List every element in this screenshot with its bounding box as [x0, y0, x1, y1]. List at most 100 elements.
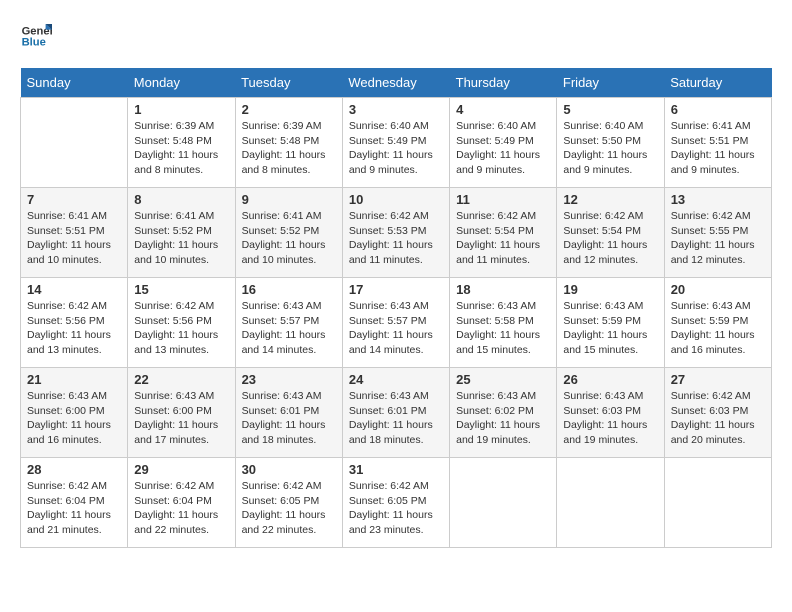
col-header-thursday: Thursday	[450, 68, 557, 98]
day-number: 13	[671, 192, 765, 207]
day-number: 17	[349, 282, 443, 297]
col-header-wednesday: Wednesday	[342, 68, 449, 98]
day-info: Sunrise: 6:41 AMSunset: 5:52 PMDaylight:…	[134, 209, 228, 268]
day-info: Sunrise: 6:43 AMSunset: 5:59 PMDaylight:…	[671, 299, 765, 358]
calendar-header-row: SundayMondayTuesdayWednesdayThursdayFrid…	[21, 68, 772, 98]
day-info: Sunrise: 6:42 AMSunset: 5:56 PMDaylight:…	[134, 299, 228, 358]
day-info: Sunrise: 6:39 AMSunset: 5:48 PMDaylight:…	[134, 119, 228, 178]
day-number: 16	[242, 282, 336, 297]
calendar-day-cell: 12 Sunrise: 6:42 AMSunset: 5:54 PMDayligh…	[557, 188, 664, 278]
day-number: 15	[134, 282, 228, 297]
day-info: Sunrise: 6:42 AMSunset: 6:05 PMDaylight:…	[349, 479, 443, 538]
day-number: 14	[27, 282, 121, 297]
day-info: Sunrise: 6:40 AMSunset: 5:49 PMDaylight:…	[349, 119, 443, 178]
calendar-day-cell: 1 Sunrise: 6:39 AMSunset: 5:48 PMDaylight…	[128, 98, 235, 188]
logo-icon: General Blue	[20, 20, 52, 52]
calendar-day-cell: 24 Sunrise: 6:43 AMSunset: 6:01 PMDayligh…	[342, 368, 449, 458]
calendar-week-row: 21 Sunrise: 6:43 AMSunset: 6:00 PMDayligh…	[21, 368, 772, 458]
day-info: Sunrise: 6:40 AMSunset: 5:50 PMDaylight:…	[563, 119, 657, 178]
day-number: 20	[671, 282, 765, 297]
day-info: Sunrise: 6:43 AMSunset: 6:03 PMDaylight:…	[563, 389, 657, 448]
calendar-day-cell: 28Sunrise: 6:42 AMSunset: 6:04 PMDayligh…	[21, 458, 128, 548]
calendar-day-cell: 23 Sunrise: 6:43 AMSunset: 6:01 PMDayligh…	[235, 368, 342, 458]
day-info: Sunrise: 6:42 AMSunset: 5:54 PMDaylight:…	[456, 209, 550, 268]
calendar-day-cell: 27Sunrise: 6:42 AMSunset: 6:03 PMDayligh…	[664, 368, 771, 458]
empty-cell	[21, 98, 128, 188]
calendar-day-cell: 11 Sunrise: 6:42 AMSunset: 5:54 PMDayligh…	[450, 188, 557, 278]
empty-cell	[664, 458, 771, 548]
calendar-day-cell: 16 Sunrise: 6:43 AMSunset: 5:57 PMDayligh…	[235, 278, 342, 368]
logo: General Blue	[20, 20, 52, 52]
calendar-day-cell: 2 Sunrise: 6:39 AMSunset: 5:48 PMDaylight…	[235, 98, 342, 188]
day-number: 27	[671, 372, 765, 387]
day-number: 21	[27, 372, 121, 387]
day-number: 8	[134, 192, 228, 207]
calendar-day-cell: 18Sunrise: 6:43 AMSunset: 5:58 PMDayligh…	[450, 278, 557, 368]
day-info: Sunrise: 6:41 AMSunset: 5:52 PMDaylight:…	[242, 209, 336, 268]
empty-cell	[557, 458, 664, 548]
day-info: Sunrise: 6:43 AMSunset: 5:59 PMDaylight:…	[563, 299, 657, 358]
calendar-day-cell: 20 Sunrise: 6:43 AMSunset: 5:59 PMDayligh…	[664, 278, 771, 368]
day-info: Sunrise: 6:43 AMSunset: 6:01 PMDaylight:…	[349, 389, 443, 448]
day-number: 1	[134, 102, 228, 117]
day-info: Sunrise: 6:42 AMSunset: 5:54 PMDaylight:…	[563, 209, 657, 268]
day-info: Sunrise: 6:39 AMSunset: 5:48 PMDaylight:…	[242, 119, 336, 178]
day-info: Sunrise: 6:43 AMSunset: 5:58 PMDaylight:…	[456, 299, 550, 358]
calendar-week-row: 7 Sunrise: 6:41 AMSunset: 5:51 PMDaylight…	[21, 188, 772, 278]
day-number: 23	[242, 372, 336, 387]
day-number: 29	[134, 462, 228, 477]
day-info: Sunrise: 6:42 AMSunset: 6:05 PMDaylight:…	[242, 479, 336, 538]
day-number: 24	[349, 372, 443, 387]
calendar-day-cell: 26 Sunrise: 6:43 AMSunset: 6:03 PMDayligh…	[557, 368, 664, 458]
day-info: Sunrise: 6:42 AMSunset: 6:04 PMDaylight:…	[134, 479, 228, 538]
day-number: 31	[349, 462, 443, 477]
day-info: Sunrise: 6:43 AMSunset: 6:00 PMDaylight:…	[134, 389, 228, 448]
calendar-day-cell: 29 Sunrise: 6:42 AMSunset: 6:04 PMDayligh…	[128, 458, 235, 548]
col-header-sunday: Sunday	[21, 68, 128, 98]
day-number: 7	[27, 192, 121, 207]
day-number: 26	[563, 372, 657, 387]
page-header: General Blue	[20, 20, 772, 52]
svg-text:Blue: Blue	[22, 37, 46, 49]
day-number: 22	[134, 372, 228, 387]
calendar-day-cell: 13 Sunrise: 6:42 AMSunset: 5:55 PMDayligh…	[664, 188, 771, 278]
calendar-week-row: 1 Sunrise: 6:39 AMSunset: 5:48 PMDaylight…	[21, 98, 772, 188]
day-info: Sunrise: 6:43 AMSunset: 6:02 PMDaylight:…	[456, 389, 550, 448]
day-info: Sunrise: 6:43 AMSunset: 6:00 PMDaylight:…	[27, 389, 121, 448]
calendar-day-cell: 25 Sunrise: 6:43 AMSunset: 6:02 PMDayligh…	[450, 368, 557, 458]
calendar-day-cell: 31 Sunrise: 6:42 AMSunset: 6:05 PMDayligh…	[342, 458, 449, 548]
day-number: 11	[456, 192, 550, 207]
col-header-friday: Friday	[557, 68, 664, 98]
day-number: 10	[349, 192, 443, 207]
calendar-day-cell: 17 Sunrise: 6:43 AMSunset: 5:57 PMDayligh…	[342, 278, 449, 368]
day-info: Sunrise: 6:42 AMSunset: 5:55 PMDaylight:…	[671, 209, 765, 268]
col-header-saturday: Saturday	[664, 68, 771, 98]
day-number: 12	[563, 192, 657, 207]
calendar-day-cell: 15 Sunrise: 6:42 AMSunset: 5:56 PMDayligh…	[128, 278, 235, 368]
day-info: Sunrise: 6:43 AMSunset: 6:01 PMDaylight:…	[242, 389, 336, 448]
day-number: 5	[563, 102, 657, 117]
calendar-day-cell: 10 Sunrise: 6:42 AMSunset: 5:53 PMDayligh…	[342, 188, 449, 278]
calendar-day-cell: 3 Sunrise: 6:40 AMSunset: 5:49 PMDaylight…	[342, 98, 449, 188]
day-info: Sunrise: 6:42 AMSunset: 6:04 PMDaylight:…	[27, 479, 121, 538]
day-info: Sunrise: 6:43 AMSunset: 5:57 PMDaylight:…	[349, 299, 443, 358]
day-number: 2	[242, 102, 336, 117]
day-number: 3	[349, 102, 443, 117]
day-info: Sunrise: 6:41 AMSunset: 5:51 PMDaylight:…	[671, 119, 765, 178]
calendar-day-cell: 9 Sunrise: 6:41 AMSunset: 5:52 PMDaylight…	[235, 188, 342, 278]
day-info: Sunrise: 6:42 AMSunset: 5:53 PMDaylight:…	[349, 209, 443, 268]
day-number: 9	[242, 192, 336, 207]
calendar-day-cell: 4Sunrise: 6:40 AMSunset: 5:49 PMDaylight…	[450, 98, 557, 188]
calendar-day-cell: 5 Sunrise: 6:40 AMSunset: 5:50 PMDaylight…	[557, 98, 664, 188]
day-number: 30	[242, 462, 336, 477]
day-number: 25	[456, 372, 550, 387]
day-number: 4	[456, 102, 550, 117]
day-number: 6	[671, 102, 765, 117]
col-header-tuesday: Tuesday	[235, 68, 342, 98]
day-info: Sunrise: 6:43 AMSunset: 5:57 PMDaylight:…	[242, 299, 336, 358]
calendar-day-cell: 7 Sunrise: 6:41 AMSunset: 5:51 PMDaylight…	[21, 188, 128, 278]
col-header-monday: Monday	[128, 68, 235, 98]
calendar-day-cell: 19Sunrise: 6:43 AMSunset: 5:59 PMDayligh…	[557, 278, 664, 368]
calendar-week-row: 14 Sunrise: 6:42 AMSunset: 5:56 PMDayligh…	[21, 278, 772, 368]
day-info: Sunrise: 6:41 AMSunset: 5:51 PMDaylight:…	[27, 209, 121, 268]
